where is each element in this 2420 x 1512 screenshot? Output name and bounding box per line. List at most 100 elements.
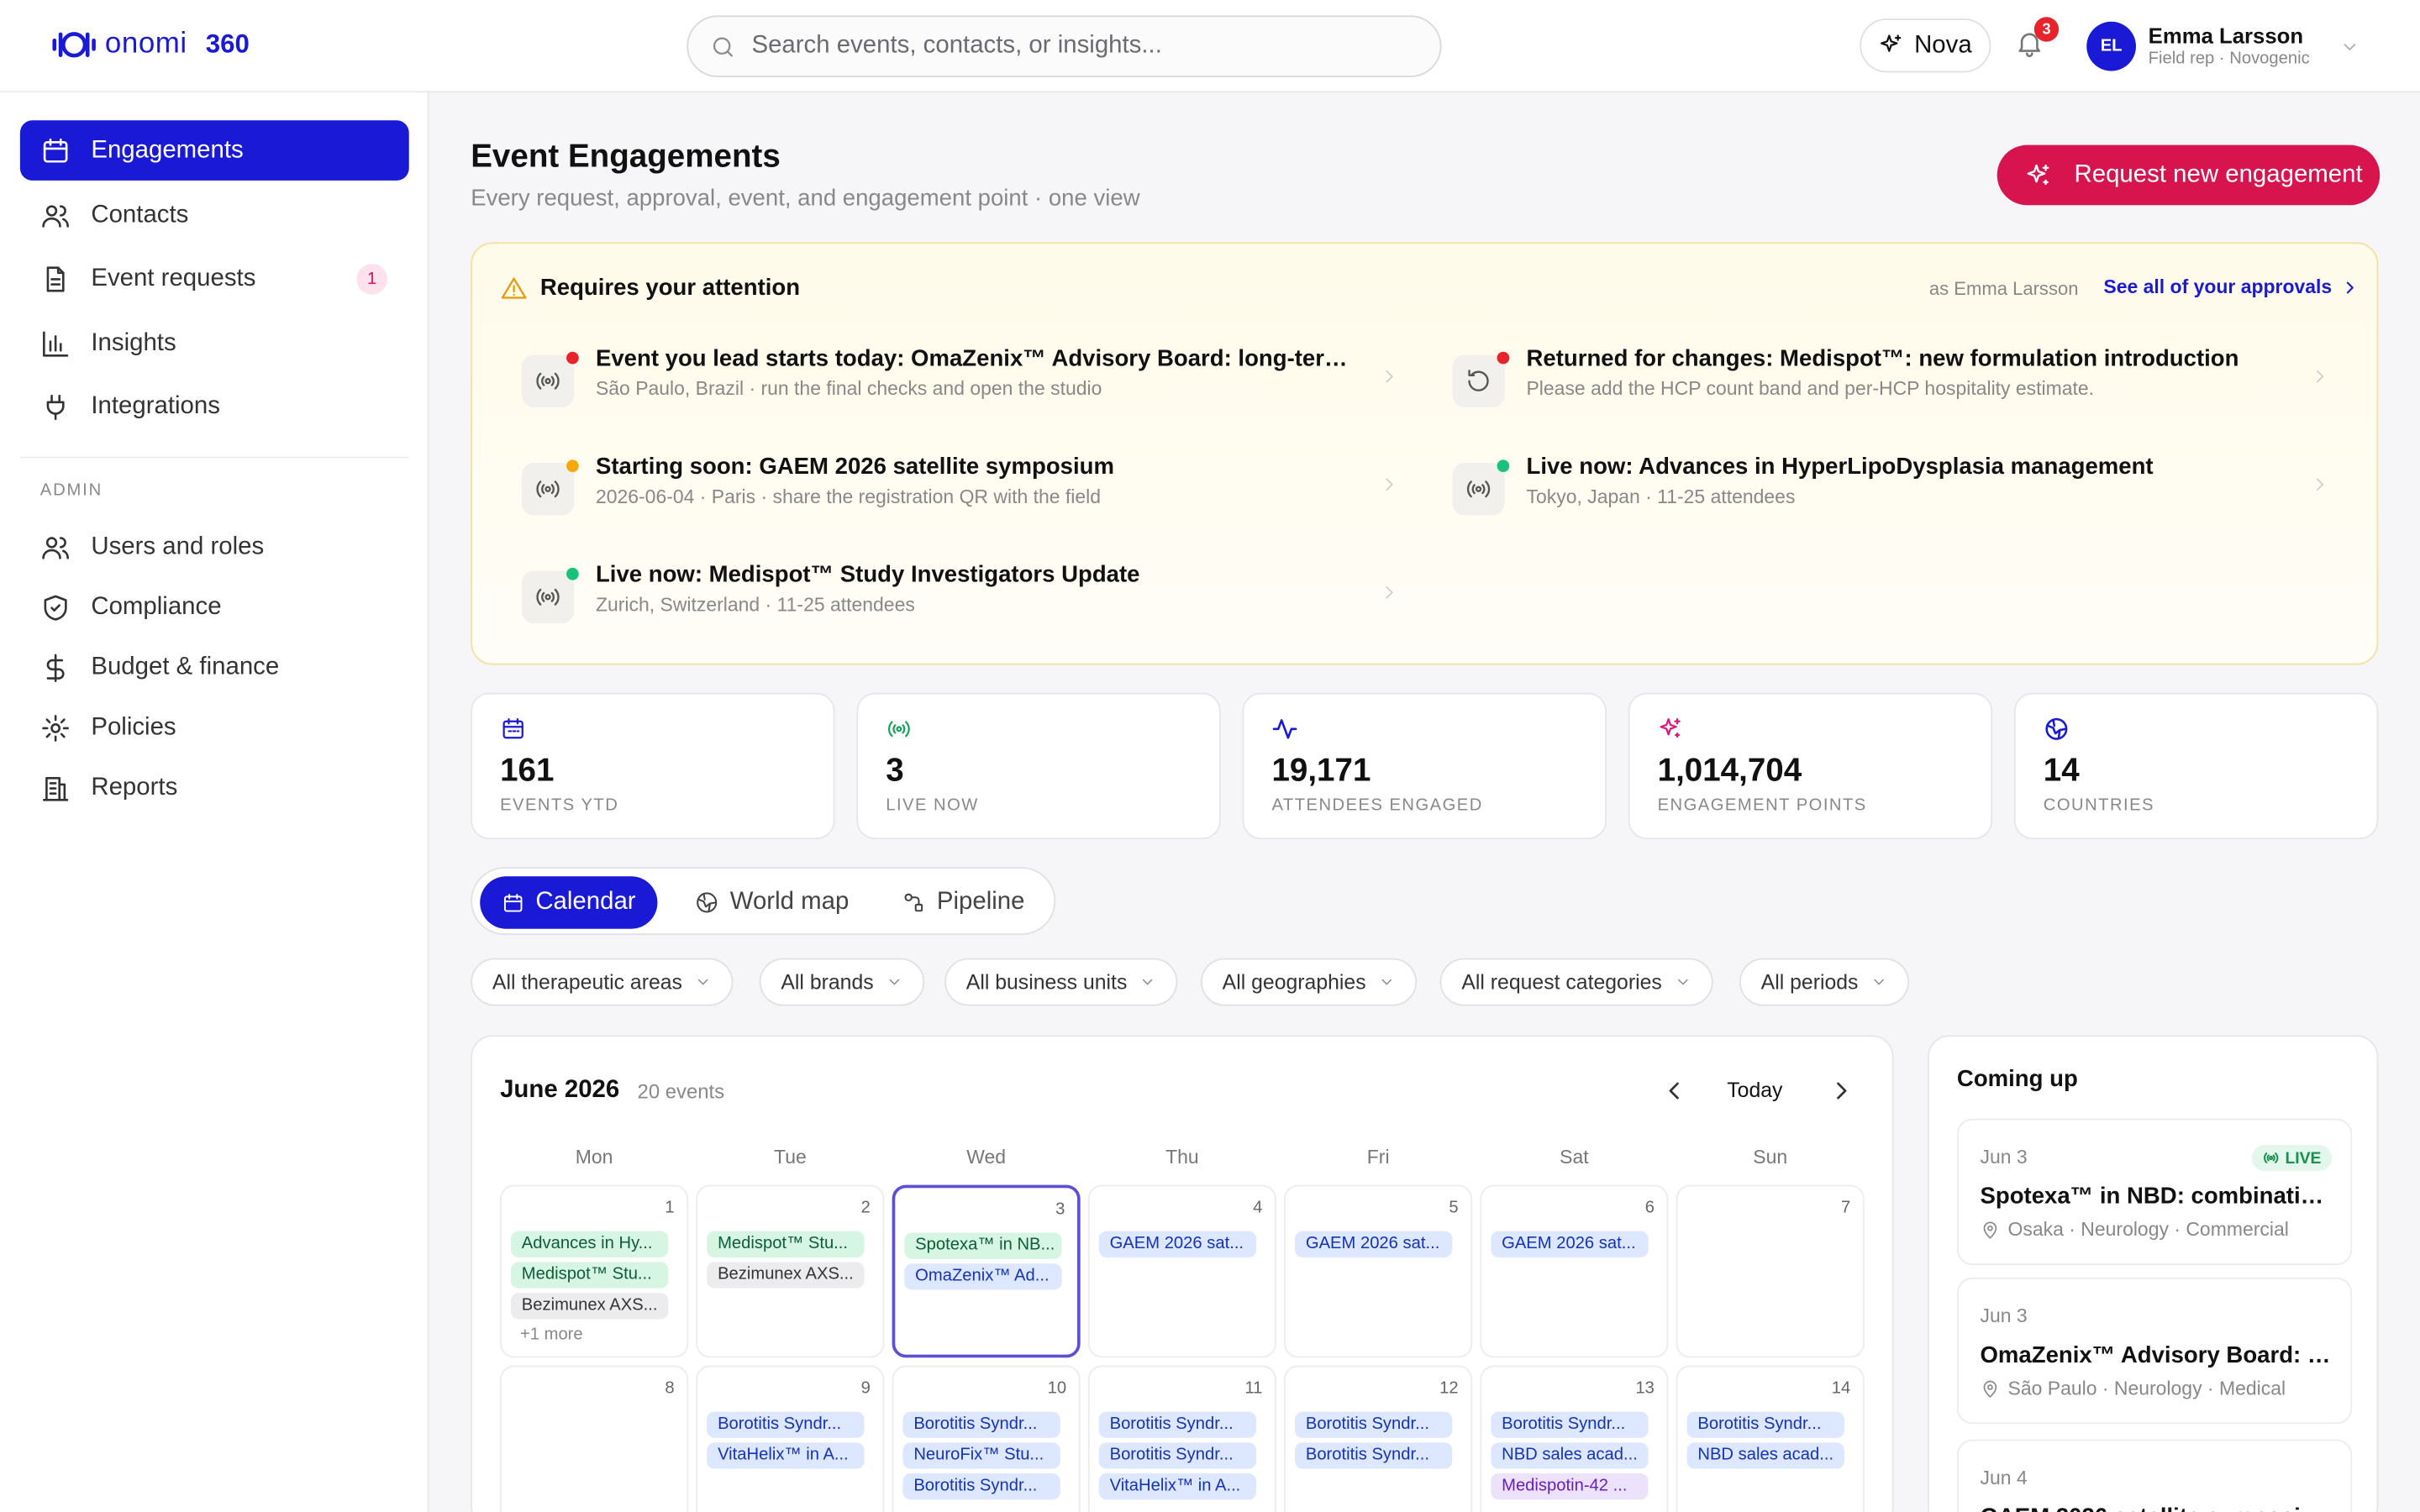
gear-icon xyxy=(42,714,69,741)
sidebar-item-contacts[interactable]: Contacts xyxy=(20,185,409,245)
sidebar-item-policies[interactable]: Policies xyxy=(20,697,409,758)
calendar-event-chip[interactable]: Bezimunex AXS... xyxy=(510,1293,669,1320)
coming-up-event[interactable]: Jun 3 LIVE Spotexa™ in NBD: combination.… xyxy=(1956,1118,2353,1266)
calendar-event-chip[interactable]: Borotitis Syndr... xyxy=(707,1411,865,1438)
user-role: Field rep · Novogenic xyxy=(2148,49,2310,68)
attention-item[interactable]: Starting soon: GAEM 2026 satellite sympo… xyxy=(521,454,1402,531)
day-number: 1 xyxy=(665,1199,675,1218)
sidebar-item-insights[interactable]: Insights xyxy=(20,313,409,374)
request-new-engagement-button[interactable]: Request new engagement xyxy=(1996,144,2381,206)
user-avatar[interactable]: EL xyxy=(2086,21,2136,71)
sidebar-item-budget-finance[interactable]: Budget & finance xyxy=(20,638,409,698)
more-events-link[interactable]: +1 more xyxy=(520,1326,583,1344)
sidebar-item-compliance[interactable]: Compliance xyxy=(20,577,409,638)
attention-item[interactable]: Live now: Advances in HyperLipoDysplasia… xyxy=(1452,454,2332,531)
calendar-day[interactable]: 9 Borotitis Syndr... VitaHelix™ in A... xyxy=(696,1365,885,1512)
see-all-approvals-link[interactable]: See all of your approvals xyxy=(2103,276,2358,297)
sidebar-item-integrations[interactable]: Integrations xyxy=(20,376,409,437)
calendar-day[interactable]: 8 xyxy=(500,1365,689,1512)
stat-label: COUNTRIES xyxy=(2043,795,2155,815)
calendar-day[interactable]: 10 Borotitis Syndr... NeuroFix™ Stu... Boro… xyxy=(892,1365,1081,1512)
calendar-day[interactable]: 1 Advances in Hy... Medispot™ Stu... Bezimu… xyxy=(500,1184,689,1358)
coming-up-event[interactable]: Jun 4 GAEM 2026 satellite symposium xyxy=(1956,1439,2353,1512)
day-number: 11 xyxy=(1244,1379,1263,1399)
calendar-event-chip[interactable]: GAEM 2026 sat... xyxy=(1491,1231,1649,1257)
filter-request-categories[interactable]: All request categories xyxy=(1439,958,1713,1006)
sidebar-item-reports[interactable]: Reports xyxy=(20,758,409,818)
calendar-event-chip[interactable]: Medispot™ Stu... xyxy=(510,1262,669,1289)
search-input[interactable] xyxy=(751,32,1370,60)
today-button[interactable]: Today xyxy=(1727,1079,1782,1102)
day-number: 7 xyxy=(1840,1199,1851,1218)
calendar-day-today[interactable]: 3 Spotexa™ in NB... OmaZenix™ Ad... xyxy=(892,1184,1081,1358)
calendar-event-chip[interactable]: NeuroFix™ Stu... xyxy=(902,1442,1060,1469)
nova-button[interactable]: Nova xyxy=(1860,18,1991,73)
event-title: OmaZenix™ Advisory Board: lo... xyxy=(1980,1341,2335,1369)
calendar-event-chip[interactable]: Spotexa™ in NB... xyxy=(904,1232,1062,1259)
previous-month-button[interactable] xyxy=(1662,1079,1686,1103)
user-menu-chevron-icon[interactable] xyxy=(2339,37,2360,57)
tab-pipeline[interactable]: Pipeline xyxy=(880,876,1046,928)
calendar-event-chip[interactable]: Borotitis Syndr... xyxy=(1098,1411,1257,1438)
chevron-right-icon xyxy=(1380,475,1398,494)
calendar-day[interactable]: 14 Borotitis Syndr... NBD sales acad... xyxy=(1676,1365,1865,1512)
filter-periods[interactable]: All periods xyxy=(1739,958,1910,1006)
calendar-event-chip[interactable]: GAEM 2026 sat... xyxy=(1098,1231,1257,1257)
shield-check-icon xyxy=(44,594,67,620)
attention-item[interactable]: Returned for changes: Medispot™: new for… xyxy=(1452,345,2332,423)
attention-item[interactable]: Event you lead starts today: OmaZenix™ A… xyxy=(521,345,1402,423)
onomi-logo[interactable]: onomi 360 xyxy=(50,26,250,63)
calendar-event-count: 20 events xyxy=(637,1079,725,1104)
calendar-event-chip[interactable]: Borotitis Syndr... xyxy=(1098,1442,1257,1469)
filter-geographies[interactable]: All geographies xyxy=(1200,958,1418,1006)
calendar-day[interactable]: 11 Borotitis Syndr... Borotitis Syndr... Vi… xyxy=(1087,1365,1276,1512)
calendar-event-chip[interactable]: Borotitis Syndr... xyxy=(1294,1442,1453,1469)
filter-label: All therapeutic areas xyxy=(492,970,682,994)
sidebar-item-event-requests[interactable]: Event requests 1 xyxy=(20,249,409,309)
status-dot xyxy=(1497,459,1510,473)
calendar-event-chip[interactable]: Borotitis Syndr... xyxy=(902,1411,1060,1438)
calendar-event-chip[interactable]: Borotitis Syndr... xyxy=(902,1473,1060,1500)
user-name[interactable]: Emma Larsson xyxy=(2149,24,2303,48)
tab-world-map[interactable]: World map xyxy=(673,876,871,928)
sidebar-item-label: Reports xyxy=(91,774,178,801)
search-bar[interactable] xyxy=(687,15,1442,77)
sidebar-item-engagements[interactable]: Engagements xyxy=(19,120,409,181)
sidebar-item-users-and-roles[interactable]: Users and roles xyxy=(20,517,409,577)
attention-item[interactable]: Live now: Medispot™ Study Investigators … xyxy=(521,562,1402,639)
calendar-event-chip[interactable]: OmaZenix™ Ad... xyxy=(904,1263,1062,1290)
calendar-day[interactable]: 7 xyxy=(1676,1184,1865,1358)
calendar-event-chip[interactable]: NBD sales acad... xyxy=(1491,1442,1649,1469)
calendar-event-chip[interactable]: VitaHelix™ in A... xyxy=(707,1442,865,1469)
calendar-event-chip[interactable]: Borotitis Syndr... xyxy=(1686,1411,1844,1438)
calendar-icon xyxy=(500,716,526,742)
filter-therapeutic-areas[interactable]: All therapeutic areas xyxy=(471,958,734,1006)
calendar-event-chip[interactable]: Bezimunex AXS... xyxy=(707,1262,865,1289)
calendar-event-chip[interactable]: Borotitis Syndr... xyxy=(1491,1411,1649,1438)
calendar-day[interactable]: 6 GAEM 2026 sat... xyxy=(1480,1184,1669,1358)
day-number: 12 xyxy=(1439,1379,1459,1399)
calendar-event-chip[interactable]: Borotitis Syndr... xyxy=(1294,1411,1453,1438)
calendar-event-chip[interactable]: VitaHelix™ in A... xyxy=(1098,1473,1257,1500)
users-icon xyxy=(42,204,69,227)
calendar-event-chip[interactable]: GAEM 2026 sat... xyxy=(1294,1231,1453,1257)
calendar-day[interactable]: 5 GAEM 2026 sat... xyxy=(1284,1184,1473,1358)
request-button-label: Request new engagement xyxy=(2074,160,2363,188)
calendar-event-chip[interactable]: Medispot™ Stu... xyxy=(707,1231,865,1257)
filter-business-units[interactable]: All business units xyxy=(944,958,1178,1006)
calendar-event-chip[interactable]: NBD sales acad... xyxy=(1686,1442,1844,1469)
calendar-day[interactable]: 4 GAEM 2026 sat... xyxy=(1087,1184,1276,1358)
status-dot xyxy=(566,351,579,365)
pipeline-icon xyxy=(904,893,923,912)
calendar-day[interactable]: 12 Borotitis Syndr... Borotitis Syndr... xyxy=(1284,1365,1473,1512)
calendar-day[interactable]: 2 Medispot™ Stu... Bezimunex AXS... xyxy=(696,1184,885,1358)
calendar-day[interactable]: 13 Borotitis Syndr... NBD sales acad... Med… xyxy=(1480,1365,1669,1512)
event-meta: São Paulo · Neurology · Medical xyxy=(1980,1378,2286,1399)
tab-calendar[interactable]: Calendar xyxy=(480,876,658,929)
calendar-event-chip[interactable]: Medispotin-42 ... xyxy=(1491,1473,1649,1500)
next-month-button[interactable] xyxy=(1828,1079,1853,1103)
filter-brands[interactable]: All brands xyxy=(759,958,925,1006)
calendar-event-chip[interactable]: Advances in Hy... xyxy=(510,1231,669,1257)
chevron-right-icon xyxy=(1380,367,1398,386)
coming-up-event[interactable]: Jun 3 OmaZenix™ Advisory Board: lo... Sã… xyxy=(1956,1277,2353,1425)
